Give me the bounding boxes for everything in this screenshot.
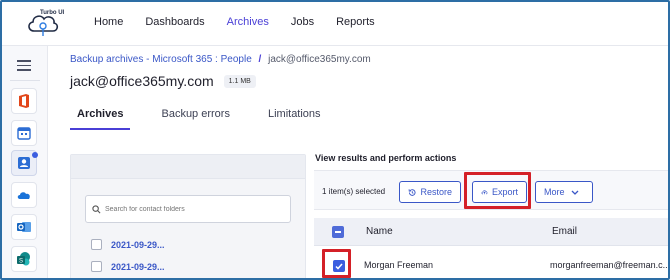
nav-home[interactable]: Home — [94, 16, 123, 28]
onedrive-icon[interactable] — [11, 182, 37, 208]
nav-archives[interactable]: Archives — [227, 16, 269, 28]
sharepoint-icon[interactable]: S — [11, 246, 37, 272]
tab-limitations[interactable]: Limitations — [261, 105, 328, 130]
more-button[interactable]: More — [535, 181, 593, 203]
search-input[interactable] — [105, 205, 285, 213]
row-email: morganfreeman@freeman.c... — [550, 260, 670, 270]
folder-panel-header — [71, 155, 305, 179]
menu-icon[interactable] — [17, 60, 31, 71]
calendar-icon[interactable] — [11, 120, 37, 146]
breadcrumb: Backup archives - Microsoft 365 : People… — [70, 54, 371, 65]
tab-archives[interactable]: Archives — [70, 105, 131, 130]
selected-count: 1 item(s) selected — [322, 187, 386, 196]
table-header: Name Email — [314, 218, 668, 246]
app-window: Turbo UI Home Dashboards Archives Jobs R… — [0, 0, 670, 280]
size-badge: 1.1 MB — [223, 74, 256, 88]
chevron-down-icon — [571, 190, 578, 195]
contact-folder-search[interactable] — [85, 195, 291, 223]
breadcrumb-separator: / — [258, 54, 262, 65]
svg-text:S: S — [19, 259, 23, 265]
column-email[interactable]: Email — [552, 226, 577, 237]
restore-icon — [408, 188, 416, 196]
more-label: More — [544, 187, 565, 197]
folder-panel: 2021-09-29... 2021-09-29... — [70, 154, 306, 278]
tab-backup-errors[interactable]: Backup errors — [154, 105, 236, 130]
nav-jobs[interactable]: Jobs — [291, 16, 314, 28]
top-nav: Home Dashboards Archives Jobs Reports — [94, 16, 397, 28]
folder-label[interactable]: 2021-09-29... — [111, 240, 165, 250]
row-name: Morgan Freeman — [364, 260, 434, 270]
nav-dashboards[interactable]: Dashboards — [145, 16, 204, 28]
restore-button[interactable]: Restore — [399, 181, 461, 203]
title-row: jack@office365my.com 1.1 MB — [70, 73, 256, 89]
restore-label: Restore — [420, 187, 452, 197]
page-title: jack@office365my.com — [70, 73, 214, 89]
rail-divider — [10, 80, 40, 81]
office-icon[interactable] — [11, 88, 37, 114]
folder-checkbox[interactable] — [91, 261, 102, 272]
notification-dot — [32, 152, 38, 158]
folder-item[interactable]: 2021-09-29... — [91, 239, 165, 250]
tabs: Archives Backup errors Limitations — [70, 105, 352, 130]
table-row[interactable]: Morgan Freeman morganfreeman@freeman.c..… — [314, 250, 670, 278]
checkbox-highlight — [322, 249, 351, 278]
nav-reports[interactable]: Reports — [336, 16, 375, 28]
search-icon — [92, 204, 101, 213]
folder-label[interactable]: 2021-09-29... — [111, 262, 165, 272]
export-highlight — [464, 172, 531, 209]
top-bar: Turbo UI Home Dashboards Archives Jobs R… — [2, 2, 668, 46]
column-name[interactable]: Name — [366, 226, 393, 237]
results-title: View results and perform actions — [315, 153, 457, 163]
breadcrumb-current: jack@office365my.com — [268, 54, 371, 65]
logo-text: Turbo UI — [40, 10, 65, 16]
select-all-checkbox[interactable] — [332, 226, 344, 238]
folder-item[interactable]: 2021-09-29... — [91, 261, 165, 272]
left-rail: S — [2, 46, 48, 278]
outlook-icon[interactable] — [11, 214, 37, 240]
breadcrumb-link[interactable]: Backup archives - Microsoft 365 : People — [70, 54, 252, 65]
folder-checkbox[interactable] — [91, 239, 102, 250]
